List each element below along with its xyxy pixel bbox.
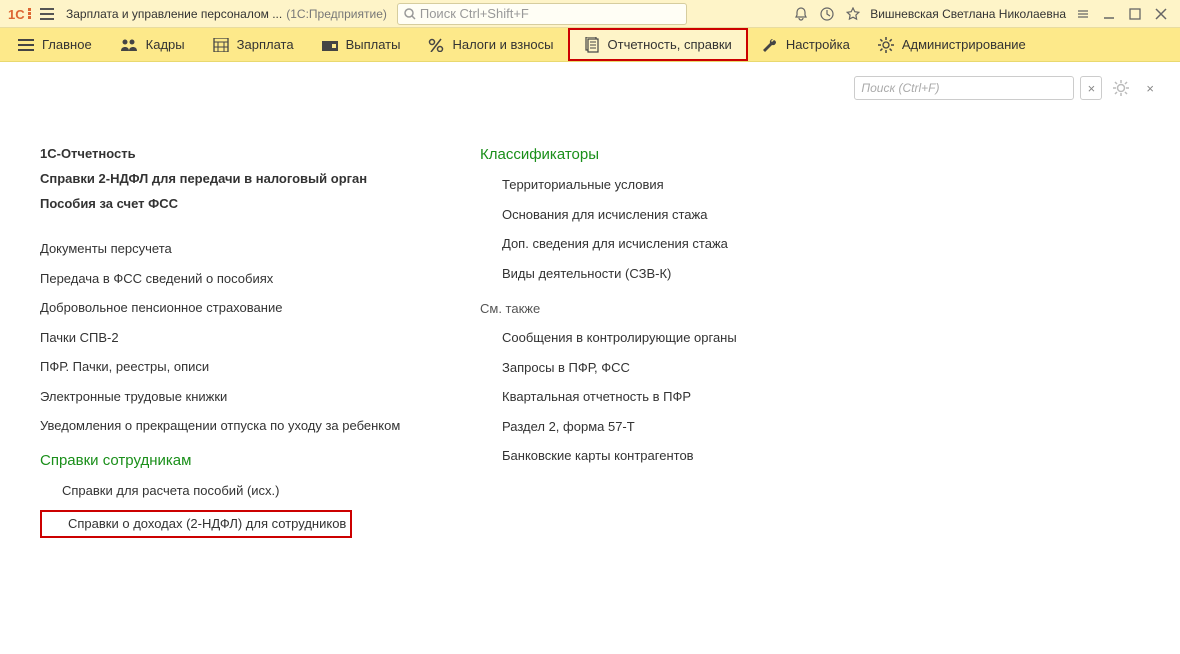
menu-reports-label: Отчетность, справки [608, 37, 732, 52]
link-pfr-quarterly[interactable]: Квартальная отчетность в ПФР [480, 387, 880, 407]
global-search-input[interactable]: Поиск Ctrl+Shift+F [397, 3, 687, 25]
wallet-icon [322, 38, 338, 52]
panel-toolbar: Поиск (Ctrl+F) × × [854, 76, 1160, 100]
right-column: Классификаторы Территориальные условия О… [480, 146, 880, 538]
link-activity-types-szvk[interactable]: Виды деятельности (СЗВ-К) [480, 264, 880, 284]
titlebar: 1С Зарплата и управление персоналом ... … [0, 0, 1180, 28]
link-1c-reporting[interactable]: 1С-Отчетность [40, 146, 440, 161]
link-2ndfl-employees[interactable]: Справки о доходах (2-НДФЛ) для сотрудник… [46, 514, 346, 534]
link-territorial-conditions[interactable]: Территориальные условия [480, 175, 880, 195]
link-additional-record-info[interactable]: Доп. сведения для исчисления стажа [480, 234, 880, 254]
content-area: Поиск (Ctrl+F) × × 1С-Отчетность Справки… [0, 62, 1180, 654]
app-logo-1c: 1С [6, 4, 34, 24]
app-title: Зарплата и управление персоналом ... [66, 7, 282, 21]
link-form-57t[interactable]: Раздел 2, форма 57-Т [480, 417, 880, 437]
menu-administration-label: Администрирование [902, 37, 1026, 52]
bell-icon[interactable] [788, 2, 814, 26]
menu-main-label: Главное [42, 37, 92, 52]
menu-payments-label: Выплаты [346, 37, 401, 52]
link-service-record-basis[interactable]: Основания для исчисления стажа [480, 205, 880, 225]
list-icon [18, 38, 34, 52]
menu-administration[interactable]: Администрирование [864, 28, 1040, 61]
menu-settings-label: Настройка [786, 37, 850, 52]
star-icon[interactable] [840, 2, 866, 26]
panel-search-clear-button[interactable]: × [1080, 76, 1102, 100]
panel-close-icon[interactable]: × [1140, 81, 1160, 96]
menu-salary[interactable]: Зарплата [199, 28, 308, 61]
section-employee-certificates: Справки сотрудникам [40, 452, 440, 469]
link-electronic-labor-books[interactable]: Электронные трудовые книжки [40, 387, 440, 407]
link-fss-benefits[interactable]: Пособия за счет ФСС [40, 196, 440, 211]
menu-personnel-label: Кадры [146, 37, 185, 52]
wrench-icon [762, 38, 778, 52]
calculator-icon [213, 38, 229, 52]
main-menu: Главное Кадры Зарплата Выплаты Налоги и … [0, 28, 1180, 62]
window-maximize-icon[interactable] [1122, 2, 1148, 26]
panel-search-input[interactable]: Поиск (Ctrl+F) [854, 76, 1074, 100]
left-column: 1С-Отчетность Справки 2-НДФЛ для передач… [40, 146, 440, 538]
window-close-icon[interactable] [1148, 2, 1174, 26]
link-leave-termination-notices[interactable]: Уведомления о прекращении отпуска по ухо… [40, 416, 440, 436]
panel-settings-icon[interactable] [1108, 76, 1134, 100]
link-pfr-packs[interactable]: ПФР. Пачки, реестры, описи [40, 357, 440, 377]
link-bank-cards[interactable]: Банковские карты контрагентов [480, 446, 880, 466]
menu-payments[interactable]: Выплаты [308, 28, 415, 61]
current-user[interactable]: Вишневская Светлана Николаевна [870, 7, 1066, 21]
menu-reports[interactable]: Отчетность, справки [568, 28, 748, 61]
link-pfr-fss-requests[interactable]: Запросы в ПФР, ФСС [480, 358, 880, 378]
section-classifiers: Классификаторы [480, 146, 880, 163]
panel-search-placeholder: Поиск (Ctrl+F) [861, 81, 939, 95]
see-also-heading: См. также [480, 301, 880, 316]
menu-salary-label: Зарплата [237, 37, 294, 52]
link-persuchet-docs[interactable]: Документы персучета [40, 239, 440, 259]
search-icon [404, 8, 416, 20]
window-minimize-icon[interactable] [1096, 2, 1122, 26]
global-search-placeholder: Поиск Ctrl+Shift+F [420, 6, 529, 21]
menu-main[interactable]: Главное [4, 28, 106, 61]
menu-settings[interactable]: Настройка [748, 28, 864, 61]
menu-taxes[interactable]: Налоги и взносы [414, 28, 567, 61]
menu-taxes-label: Налоги и взносы [452, 37, 553, 52]
user-options-icon[interactable] [1070, 2, 1096, 26]
link-voluntary-pension[interactable]: Добровольное пенсионное страхование [40, 298, 440, 318]
link-2ndfl-tax[interactable]: Справки 2-НДФЛ для передачи в налоговый … [40, 171, 440, 186]
menu-personnel[interactable]: Кадры [106, 28, 199, 61]
gear-icon [878, 37, 894, 53]
people-icon [120, 38, 138, 52]
link-benefit-calc-certs[interactable]: Справки для расчета пособий (исх.) [40, 481, 440, 501]
highlighted-link-wrapper: Справки о доходах (2-НДФЛ) для сотрудник… [40, 510, 352, 538]
link-spv2[interactable]: Пачки СПВ-2 [40, 328, 440, 348]
link-regulator-messages[interactable]: Сообщения в контролирующие органы [480, 328, 880, 348]
svg-text:1С: 1С [8, 7, 25, 22]
link-fss-transfer[interactable]: Передача в ФСС сведений о пособиях [40, 269, 440, 289]
app-suffix: (1С:Предприятие) [286, 7, 387, 21]
documents-icon [584, 37, 600, 53]
hamburger-icon[interactable] [34, 2, 60, 26]
history-icon[interactable] [814, 2, 840, 26]
percent-icon [428, 38, 444, 52]
